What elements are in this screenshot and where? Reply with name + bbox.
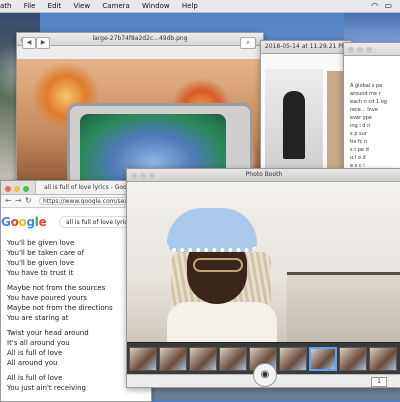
close-button[interactable]: [5, 186, 11, 192]
notes-line: s t pe d: [350, 147, 369, 153]
photo-booth-window: Photo Booth ◉ 1: [126, 168, 400, 388]
photo-thumbnail[interactable]: [129, 347, 157, 371]
viewer-titlebar[interactable]: 2018-05-14 at 11.29.21 PM: [261, 41, 351, 54]
preview-titlebar[interactable]: large-27b74f8a2d2c...49db.png: [17, 33, 263, 46]
menu-file[interactable]: File: [24, 0, 36, 12]
lyric-line: Maybe not from the sources: [7, 284, 106, 292]
forward-icon[interactable]: →: [15, 195, 22, 207]
preview-image: [17, 59, 263, 183]
minimize-button[interactable]: [14, 186, 20, 192]
search-icon[interactable]: ⌕: [240, 37, 256, 49]
camera-preview: [127, 182, 400, 345]
lyric-line: You'll be taken care of: [7, 249, 85, 257]
next-button[interactable]: ▶: [36, 37, 50, 49]
notes-line: each n cd 1 og: [350, 99, 387, 105]
notes-line: rece... Inve: [350, 107, 378, 113]
notes-line: tiv fc n: [350, 139, 368, 145]
minimize-button[interactable]: [357, 47, 363, 53]
photo-booth-titlebar[interactable]: Photo Booth: [127, 169, 400, 182]
lyric-line: You have to trust it: [7, 269, 74, 277]
notes-line: around me r: [350, 91, 381, 97]
notes-line: A global s pe: [350, 83, 383, 89]
menu-bar: ath File Edit View Camera Window Help ◠ …: [0, 0, 400, 13]
zoom-button[interactable]: [23, 186, 29, 192]
menu-view[interactable]: View: [73, 0, 90, 12]
reload-icon[interactable]: ↻: [25, 195, 32, 207]
knit-hat: [167, 208, 257, 252]
sidebar-toggle-button[interactable]: ◀: [22, 37, 36, 49]
notes-text[interactable]: A global s pe around me r each n cd 1 og…: [344, 56, 400, 170]
close-button[interactable]: [348, 47, 354, 53]
notes-line: ever ype: [350, 115, 372, 121]
lyric-line: Maybe not from the directions: [7, 304, 113, 312]
bed-frame: [287, 272, 400, 345]
person-figure: [283, 91, 305, 159]
lyric-line: You just ain't receiving: [7, 384, 86, 392]
menu-window[interactable]: Window: [142, 0, 170, 12]
viewer-image: [265, 69, 323, 179]
menubar-status: ◠ ▭: [371, 0, 396, 12]
wifi-icon[interactable]: ◠: [371, 0, 378, 12]
back-icon[interactable]: ←: [5, 195, 12, 207]
preview-title: large-27b74f8a2d2c...49db.png: [92, 35, 188, 42]
lyric-line: You'll be given love: [7, 259, 75, 267]
lyric-line: All is full of love: [7, 349, 63, 357]
lyric-line: You are staring at: [7, 314, 69, 322]
photo-thumbnail[interactable]: [279, 347, 307, 371]
lyric-line: Twist your head around: [7, 329, 89, 337]
shirt: [167, 302, 277, 342]
battery-icon[interactable]: ▭: [384, 0, 392, 12]
glasses: [193, 258, 243, 272]
photo-booth-title: Photo Booth: [245, 171, 283, 178]
menu-help[interactable]: Help: [182, 0, 198, 12]
photo-thumbnail[interactable]: [309, 347, 337, 371]
google-logo[interactable]: Google: [1, 215, 47, 229]
window-controls: [348, 46, 375, 55]
lyric-line: It's all around you: [7, 339, 70, 347]
lyric-line: You'll be given love: [7, 239, 75, 247]
notes-line: s p sur: [350, 131, 367, 137]
menu-edit[interactable]: Edit: [48, 0, 62, 12]
lyrics-text: You'll be given love You'll be taken car…: [7, 238, 113, 393]
notes-titlebar[interactable]: [344, 43, 400, 56]
photo-thumbnail[interactable]: [369, 347, 397, 371]
photo-thumbnail[interactable]: [189, 347, 217, 371]
lyric-line: You have poured yours: [7, 294, 87, 302]
lyric-line: All around you: [7, 359, 58, 367]
photo-booth-bottom-bar: ◉ 1: [127, 363, 400, 387]
menu-app-name[interactable]: ath: [0, 0, 11, 12]
photo-thumbnail[interactable]: [219, 347, 247, 371]
menu-camera[interactable]: Camera: [102, 0, 129, 12]
preview-window: large-27b74f8a2d2c...49db.png: [16, 32, 264, 184]
photo-thumbnail[interactable]: [339, 347, 367, 371]
photo-counter: 1: [371, 377, 387, 387]
lyric-line: All is full of love: [7, 374, 63, 382]
camera-icon[interactable]: ◉: [253, 363, 277, 387]
photo-thumbnail[interactable]: [159, 347, 187, 371]
zoom-button[interactable]: [366, 47, 372, 53]
viewer-title: 2018-05-14 at 11.29.21 PM: [264, 43, 348, 50]
notes-line: ing i d n: [350, 123, 371, 129]
desktop-wallpaper-right: [344, 12, 400, 42]
notes-line: u I o d: [350, 155, 366, 161]
